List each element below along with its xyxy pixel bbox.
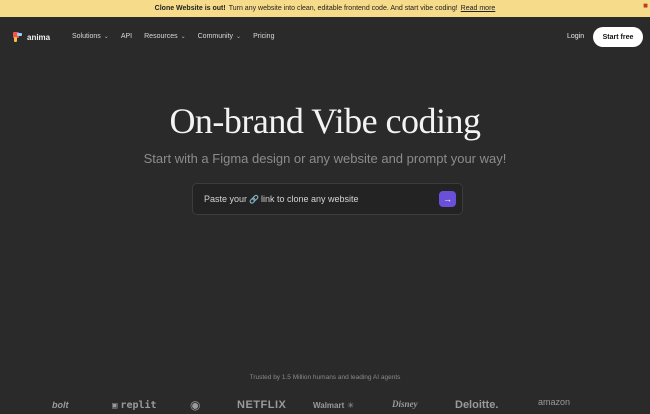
deloitte-logo: Deloitte. — [455, 399, 499, 411]
link-icon: 🔗 — [249, 194, 259, 204]
replit-icon: ▣ — [112, 400, 118, 411]
nav-solutions-label: Solutions — [72, 33, 101, 40]
hero-subtitle: Start with a Figma design or any website… — [143, 151, 507, 166]
spark-icon: ✳ — [347, 401, 354, 410]
anima-logo[interactable]: anima — [13, 32, 50, 42]
arrow-right-icon: → — [443, 194, 452, 204]
banner-read-more-link[interactable]: Read more — [461, 5, 496, 12]
nav-resources-label: Resources — [144, 33, 178, 40]
announcement-banner: Clone Website is out! Turn any website i… — [0, 0, 650, 17]
nav-links: Solutions ⌄ API Resources ⌄ Community ⌄ … — [72, 33, 274, 40]
anima-logo-icon — [13, 32, 23, 42]
logo-text: anima — [27, 32, 51, 42]
close-icon[interactable]: ■ — [643, 1, 648, 10]
chevron-down-icon: ⌄ — [236, 34, 242, 40]
trusted-text: Trusted by 1.5 Million humans and leadin… — [249, 374, 401, 381]
prompt-text-before: Paste your — [204, 194, 248, 204]
replit-logo: ▣ replit — [112, 400, 157, 411]
amazon-logo: amazon — [538, 397, 571, 407]
nav-api[interactable]: API — [121, 33, 132, 40]
nav-community[interactable]: Community ⌄ — [198, 33, 241, 40]
walmart-logo: Walmart ✳ — [313, 401, 354, 410]
prompt-input[interactable]: Paste your 🔗 link to clone any website → — [192, 183, 463, 215]
nav-resources[interactable]: Resources ⌄ — [144, 33, 186, 40]
banner-text: Turn any website into clean, editable fr… — [228, 5, 458, 12]
apple-icon: ◉ — [190, 398, 201, 412]
chevron-down-icon: ⌄ — [103, 34, 109, 40]
brand-logos: bolt ▣ replit ◉ NETFLIX Walmart ✳ Disney… — [0, 396, 650, 414]
banner-bold-text: Clone Website is out! — [154, 5, 226, 12]
nav-pricing-label: Pricing — [253, 33, 275, 40]
nav-api-label: API — [120, 33, 133, 40]
submit-button[interactable]: → — [439, 191, 456, 207]
chevron-down-icon: ⌄ — [180, 34, 186, 40]
nav-pricing[interactable]: Pricing — [253, 33, 274, 40]
prompt-placeholder: Paste your 🔗 link to clone any website — [204, 194, 359, 204]
hero-title: On-brand Vibe coding — [169, 101, 481, 141]
walmart-logo-text: Walmart — [313, 401, 345, 410]
replit-logo-text: replit — [120, 400, 157, 411]
nav-solutions[interactable]: Solutions ⌄ — [72, 33, 109, 40]
start-free-button[interactable]: Start free — [593, 27, 643, 47]
disney-logo: Disney — [392, 399, 418, 409]
top-nav: anima Solutions ⌄ API Resources ⌄ Commun… — [0, 27, 650, 48]
login-link[interactable]: Login — [567, 33, 584, 40]
bolt-logo: bolt — [52, 400, 69, 410]
prompt-text-after: link to clone any website — [261, 194, 359, 204]
netflix-logo: NETFLIX — [237, 399, 287, 411]
nav-community-label: Community — [197, 33, 234, 40]
